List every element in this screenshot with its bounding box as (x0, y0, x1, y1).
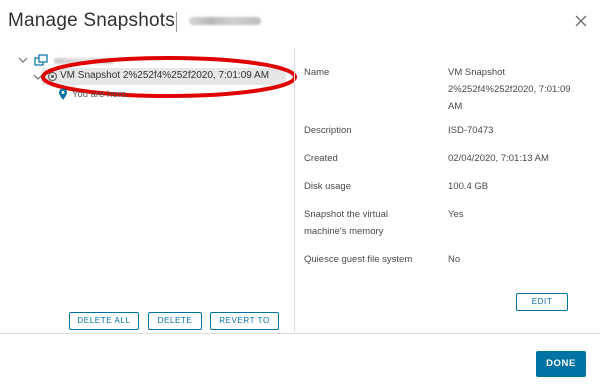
description-label: Description (304, 125, 352, 136)
quiesce-value: No (448, 254, 461, 265)
redacted-root-label (54, 58, 114, 64)
quiesce-label: Quiesce guest file system (304, 254, 413, 265)
vm-icon (34, 54, 48, 66)
pane-divider (294, 48, 295, 332)
snapshot-memory-value: Yes (448, 209, 464, 220)
close-icon[interactable] (572, 12, 590, 30)
disk-usage-label: Disk usage (304, 181, 351, 192)
snapshot-tree-item[interactable]: VM Snapshot 2%252f4%252f2020, 7:01:09 AM (42, 68, 286, 85)
dialog-header: Manage Snapshots (0, 0, 600, 44)
location-pin-icon (59, 88, 67, 100)
chevron-down-icon[interactable] (18, 55, 28, 65)
dialog-title: Manage Snapshots (8, 10, 175, 31)
name-label: Name (304, 67, 330, 78)
redacted-vm-name (189, 17, 261, 25)
snapshot-memory-label-line-2: machine's memory (304, 226, 384, 237)
delete-button[interactable]: DELETE (148, 312, 202, 330)
snapshot-icon (47, 71, 58, 82)
name-value-line-3: AM (448, 101, 463, 112)
manage-snapshots-dialog: Manage Snapshots VM Snapshot 2%252f4%252… (0, 0, 600, 384)
created-value: 02/04/2020, 7:01:13 AM (448, 153, 549, 164)
description-value: ISD-70473 (448, 125, 494, 136)
footer-divider (0, 333, 600, 334)
snapshot-memory-label-line-1: Snapshot the virtual (304, 209, 388, 220)
edit-button[interactable]: EDIT (516, 293, 568, 311)
disk-usage-value: 100.4 GB (448, 181, 489, 192)
you-are-here-label: You are here (72, 89, 127, 100)
done-button[interactable]: DONE (536, 351, 586, 377)
created-label: Created (304, 153, 338, 164)
delete-all-button[interactable]: DELETE ALL (69, 312, 139, 330)
title-divider (176, 12, 177, 32)
name-value-line-2: 2%252f4%252f2020, 7:01:09 (448, 84, 571, 95)
name-value-line-1: VM Snapshot (448, 67, 506, 78)
revert-to-button[interactable]: REVERT TO (210, 312, 279, 330)
snapshot-tree-pane: VM Snapshot 2%252f4%252f2020, 7:01:09 AM… (0, 44, 297, 334)
snapshot-tree-label: VM Snapshot 2%252f4%252f2020, 7:01:09 AM (60, 70, 270, 81)
